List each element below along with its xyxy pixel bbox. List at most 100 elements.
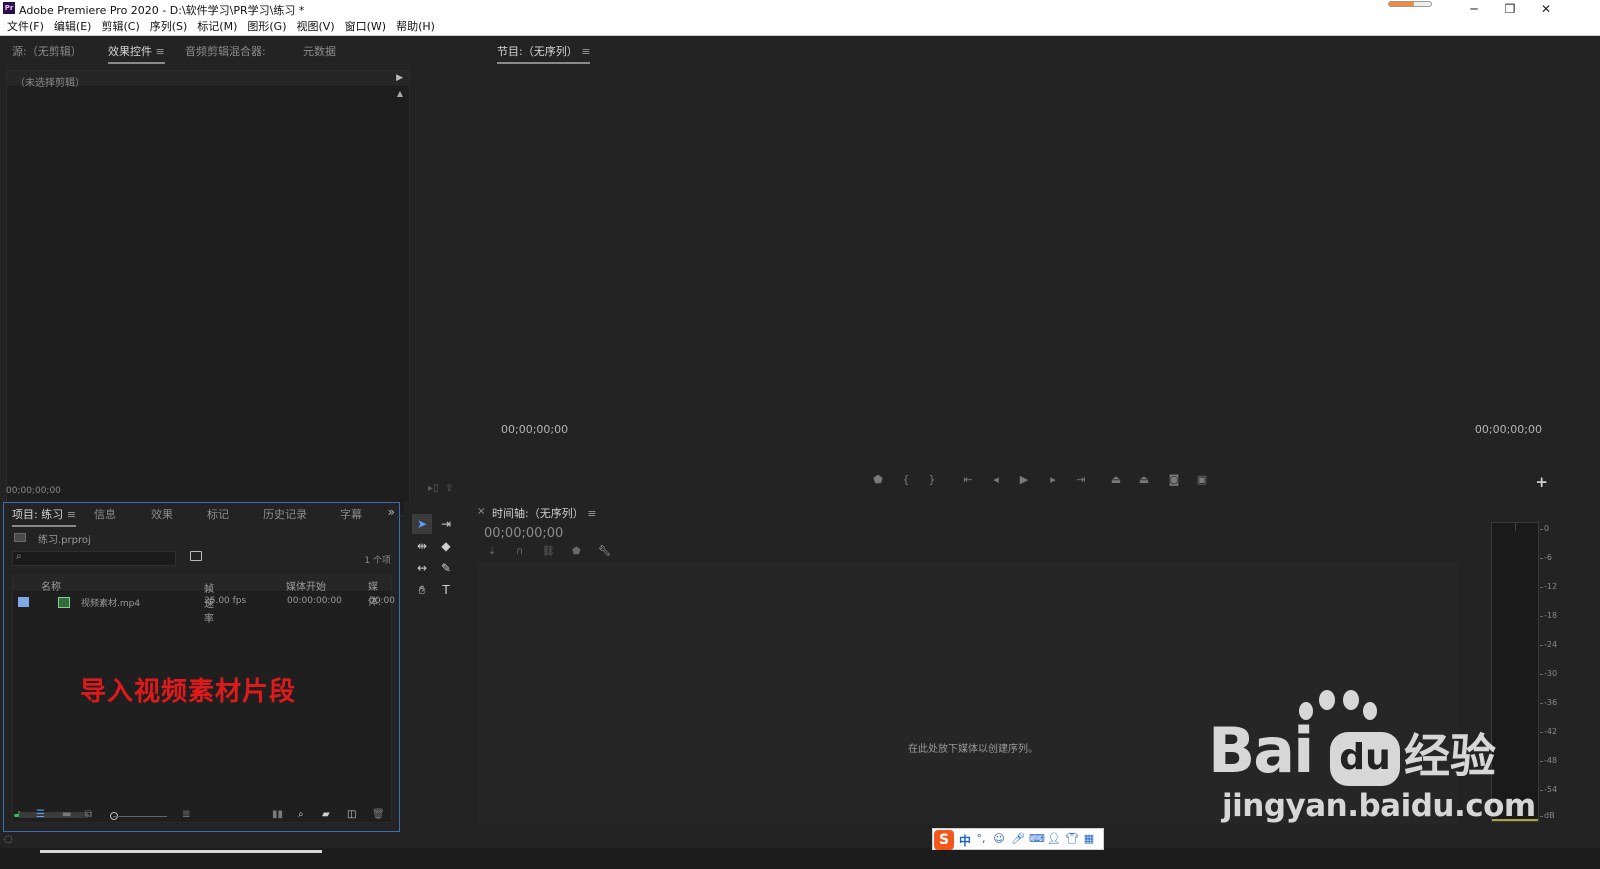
filter-icon[interactable]: ▸▯ bbox=[428, 483, 439, 494]
icon-view-icon[interactable]: ▬ bbox=[62, 809, 71, 820]
menu-edit[interactable]: 编辑(E) bbox=[49, 18, 97, 35]
label-color-swatch[interactable] bbox=[18, 597, 29, 607]
effect-controls-panel: 源:（无剪辑） 效果控件 ≡ 音频剪辑混合器: 元数据 （未选择剪辑） ▶ ▲ … bbox=[0, 37, 483, 516]
project-search-input[interactable]: ⌕ bbox=[12, 551, 176, 566]
status-icon[interactable]: ◌ bbox=[4, 834, 13, 845]
expand-arrow-icon[interactable]: ▶ bbox=[396, 73, 403, 83]
ime-language-mode[interactable]: 中 bbox=[959, 832, 971, 849]
panel-menu-icon[interactable]: ≡ bbox=[156, 45, 165, 58]
menu-view[interactable]: 视图(V) bbox=[292, 18, 340, 35]
menu-sequence[interactable]: 序列(S) bbox=[145, 18, 193, 35]
panel-menu-icon[interactable]: ≡ bbox=[581, 45, 590, 58]
sogou-logo-icon[interactable]: S bbox=[934, 830, 954, 850]
clear-icon[interactable]: 🗑︎ bbox=[372, 809, 385, 820]
go-to-out-icon[interactable]: ⇥ bbox=[1072, 473, 1090, 486]
add-marker-icon[interactable]: ⬟ bbox=[869, 473, 887, 486]
column-name[interactable]: 名称 bbox=[41, 578, 61, 593]
hand-tool-icon[interactable]: ✋︎ bbox=[412, 580, 432, 600]
new-search-bin-icon[interactable] bbox=[190, 551, 202, 561]
scale-label: 0 bbox=[1540, 524, 1566, 533]
comparison-view-icon[interactable]: ▣ bbox=[1193, 473, 1211, 486]
tab-effects[interactable]: 效果 bbox=[151, 506, 173, 522]
program-playhead-timecode[interactable]: 00;00;00;00 bbox=[501, 423, 568, 436]
slip-tool-icon[interactable]: ↔ bbox=[412, 558, 432, 578]
tab-effect-controls-label: 效果控件 bbox=[108, 45, 152, 58]
tab-project[interactable]: 项目: 练习 ≡ bbox=[12, 506, 76, 527]
skin-shirt-icon[interactable]: 👕︎ bbox=[1065, 833, 1079, 845]
menu-markers[interactable]: 标记(M) bbox=[192, 18, 242, 35]
item-count: 1 个项 bbox=[364, 556, 391, 566]
menu-help[interactable]: 帮助(H) bbox=[391, 18, 440, 35]
tab-captions[interactable]: 字幕 bbox=[340, 506, 362, 522]
more-tabs-icon[interactable]: » bbox=[388, 505, 395, 519]
watermark-brand-du: du bbox=[1330, 732, 1400, 786]
insert-nest-icon[interactable]: ⇣ bbox=[488, 546, 496, 557]
zoom-slider[interactable] bbox=[113, 816, 167, 817]
minimize-button[interactable]: ─ bbox=[1456, 0, 1492, 18]
pen-tool-icon[interactable]: ✎ bbox=[436, 558, 456, 578]
snap-icon[interactable]: ∩ bbox=[516, 546, 523, 557]
linked-selection-icon[interactable]: ⛓︎ bbox=[542, 546, 555, 557]
step-back-icon[interactable]: ◂ bbox=[987, 473, 1005, 486]
mark-out-icon[interactable]: } bbox=[923, 473, 941, 486]
step-forward-icon[interactable]: ▸ bbox=[1044, 473, 1062, 486]
list-header: 名称 帧速率 ︿ 媒体开始 媒体: bbox=[13, 576, 391, 625]
mark-in-icon[interactable]: { bbox=[897, 473, 915, 486]
tab-metadata[interactable]: 元数据 bbox=[303, 43, 336, 59]
track-select-tool-icon[interactable]: ⇥ bbox=[436, 514, 456, 534]
tab-info[interactable]: 信息 bbox=[94, 506, 116, 522]
menu-window[interactable]: 窗口(W) bbox=[340, 18, 391, 35]
go-to-in-icon[interactable]: ⇤ bbox=[959, 473, 977, 486]
scroll-up-icon[interactable]: ▲ bbox=[397, 89, 403, 98]
timeline-settings-wrench-icon[interactable]: 🔧︎ bbox=[598, 546, 611, 557]
punctuation-icon[interactable]: °, bbox=[975, 833, 987, 845]
automate-to-sequence-icon[interactable]: ▮▮ bbox=[272, 809, 283, 820]
find-icon[interactable]: ⌕ bbox=[298, 809, 304, 820]
button-editor-icon[interactable]: + bbox=[1535, 473, 1548, 491]
razor-tool-icon[interactable]: ◆ bbox=[436, 536, 456, 556]
ripple-edit-tool-icon[interactable]: ⇹ bbox=[412, 536, 432, 556]
program-duration-timecode: 00;00;00;00 bbox=[1474, 423, 1542, 436]
list-view-icon[interactable]: ☰ bbox=[36, 809, 45, 820]
timeline-timecode[interactable]: 00;00;00;00 bbox=[484, 526, 563, 541]
toolbox-grid-icon[interactable]: ▦ bbox=[1083, 833, 1095, 845]
panel-menu-icon[interactable]: ≡ bbox=[587, 507, 596, 520]
close-tab-icon[interactable]: × bbox=[477, 506, 485, 517]
tab-source[interactable]: 源:（无剪辑） bbox=[12, 43, 82, 59]
effect-controls-timecode[interactable]: 00;00;00;00 bbox=[6, 486, 61, 496]
drop-media-hint: 在此处放下媒体以创建序列。 bbox=[908, 744, 1038, 755]
tab-audio-clip-mixer[interactable]: 音频剪辑混合器: bbox=[185, 43, 266, 59]
user-icon[interactable]: 👤︎ bbox=[1047, 833, 1061, 845]
export-frame-icon[interactable]: ◙ bbox=[1165, 473, 1183, 486]
close-button[interactable]: ✕ bbox=[1528, 0, 1564, 18]
tab-markers[interactable]: 标记 bbox=[207, 506, 229, 522]
menu-graphics[interactable]: 图形(G) bbox=[242, 18, 291, 35]
menu-clip[interactable]: 剪辑(C) bbox=[96, 18, 144, 35]
add-marker-icon[interactable]: ⬟ bbox=[572, 546, 581, 557]
emoji-icon[interactable]: ☺ bbox=[993, 833, 1005, 845]
new-item-icon[interactable]: ◫ bbox=[347, 809, 356, 820]
play-icon[interactable]: ▶ bbox=[1015, 473, 1033, 486]
export-icon[interactable]: ⇪ bbox=[445, 483, 453, 494]
type-tool-icon[interactable]: T bbox=[436, 580, 456, 600]
keyboard-icon[interactable]: ⌨ bbox=[1029, 833, 1045, 845]
tab-history[interactable]: 历史记录 bbox=[263, 506, 307, 522]
lift-icon[interactable]: ⏏ bbox=[1107, 473, 1125, 486]
extract-icon[interactable]: ⏏ bbox=[1135, 473, 1153, 486]
column-media-start[interactable]: 媒体开始 bbox=[286, 578, 326, 593]
freeform-view-icon[interactable]: ⧉ bbox=[85, 809, 92, 820]
sort-icons-icon[interactable]: ≣ bbox=[182, 809, 190, 820]
list-item[interactable]: 视频素材.mp4 25.00 fps 00:00:00:00 00:00 bbox=[13, 594, 395, 610]
microphone-icon[interactable]: 🎤︎ bbox=[1011, 833, 1025, 845]
title-bar: Pr Adobe Premiere Pro 2020 - D:\软件学习\PR学… bbox=[0, 0, 1600, 18]
menu-file[interactable]: 文件(F) bbox=[2, 18, 49, 35]
project-footer-toolbar: 🔓︎ ☰ ▬ ⧉ ≣ ▮▮ ⌕ ▰ ◫ 🗑︎ bbox=[10, 809, 394, 825]
restore-button[interactable]: ❐ bbox=[1492, 0, 1528, 18]
lock-icon[interactable]: 🔓︎ bbox=[14, 809, 20, 820]
tab-effect-controls[interactable]: 效果控件 ≡ bbox=[108, 43, 165, 64]
selection-tool-icon[interactable]: ➤ bbox=[412, 514, 432, 534]
tab-timeline[interactable]: 时间轴:（无序列） ≡ bbox=[492, 505, 596, 521]
new-bin-icon[interactable]: ▰ bbox=[322, 809, 330, 820]
tab-program[interactable]: 节目:（无序列） ≡ bbox=[497, 43, 591, 64]
panel-menu-icon[interactable]: ≡ bbox=[67, 508, 76, 521]
